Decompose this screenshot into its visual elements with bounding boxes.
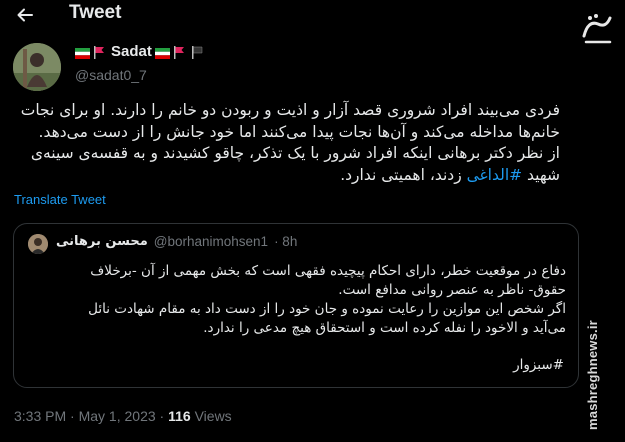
quoted-author-handle[interactable]: @borhanimohsen1 [154,234,268,249]
black-flag-icon [191,46,206,59]
tweet-text: فردی می‌بیند افراد شروری قصد آزار و اذیت… [14,100,560,186]
views-label: Views [194,408,232,424]
quoted-line: حقوق- ناظر به عنصر روانی مدافع است. [338,282,566,298]
author-name-row[interactable]: Sadat [75,43,206,60]
tweet-meta: 3:33 PM · May 1, 2023 · 116 Views [14,408,232,424]
back-button[interactable] [12,2,38,28]
quoted-tweet[interactable]: محسن برهانی @borhanimohsen1 · 8h دفاع در… [13,223,579,388]
quoted-avatar[interactable] [28,234,48,254]
top-bar: Tweet [0,0,570,30]
tweet-line: شهید #الداغی زدند، اهمیتی ندارد. [14,165,560,187]
quoted-line: دفاع در موقعیت خطر، دارای احکام پیچیده ف… [90,263,566,279]
tweet-text-fragment: شهید [527,165,560,184]
quoted-time: · 8h [274,234,298,249]
meta-separator: · [66,408,79,424]
red-flag-icon [93,46,108,59]
quoted-author-row: محسن برهانی @borhanimohsen1 · 8h [56,234,297,249]
page-title: Tweet [69,2,122,23]
quoted-hashtag[interactable]: #سبزوار [513,357,564,373]
tweet-line: از نظر دکتر برهانی اینکه افراد شرور با ی… [30,144,560,162]
meta-separator: · [155,408,169,424]
author-handle[interactable]: @sadat0_7 [75,67,147,83]
watermark-logo [576,6,620,52]
author-name: Sadat [111,43,152,60]
back-arrow-icon [17,8,33,22]
tweet-date[interactable]: May 1, 2023 [79,408,156,424]
iran-flag-icon [154,46,170,59]
tweet-time[interactable]: 3:33 PM [14,408,66,424]
hashtag-link[interactable]: #الداغی [467,166,522,184]
quoted-line: اگر شخص این موازین را رعایت نموده و جان … [88,301,566,317]
iran-flag-icon [75,46,90,59]
quoted-author-name[interactable]: محسن برهانی [56,234,148,249]
watermark-site: mashreghnews.ir [585,320,600,430]
red-flag-icon [173,46,188,59]
tweet-line: فردی می‌بیند افراد شروری قصد آزار و اذیت… [20,101,560,119]
tweet-line: خانم‌ها مداخله می‌کند و آن‌ها نجات پیدا … [38,122,560,141]
translate-tweet-link[interactable]: Translate Tweet [14,192,106,207]
views-count: 116 [168,408,191,424]
quoted-text: دفاع در موقعیت خطر، دارای احکام پیچیده ف… [28,262,566,338]
quoted-line: می‌آید و الاخود را نفله کرده است و استحق… [203,320,566,336]
tweet-text-fragment: زدند، اهمیتی ندارد. [340,165,462,184]
avatar[interactable] [13,43,61,91]
